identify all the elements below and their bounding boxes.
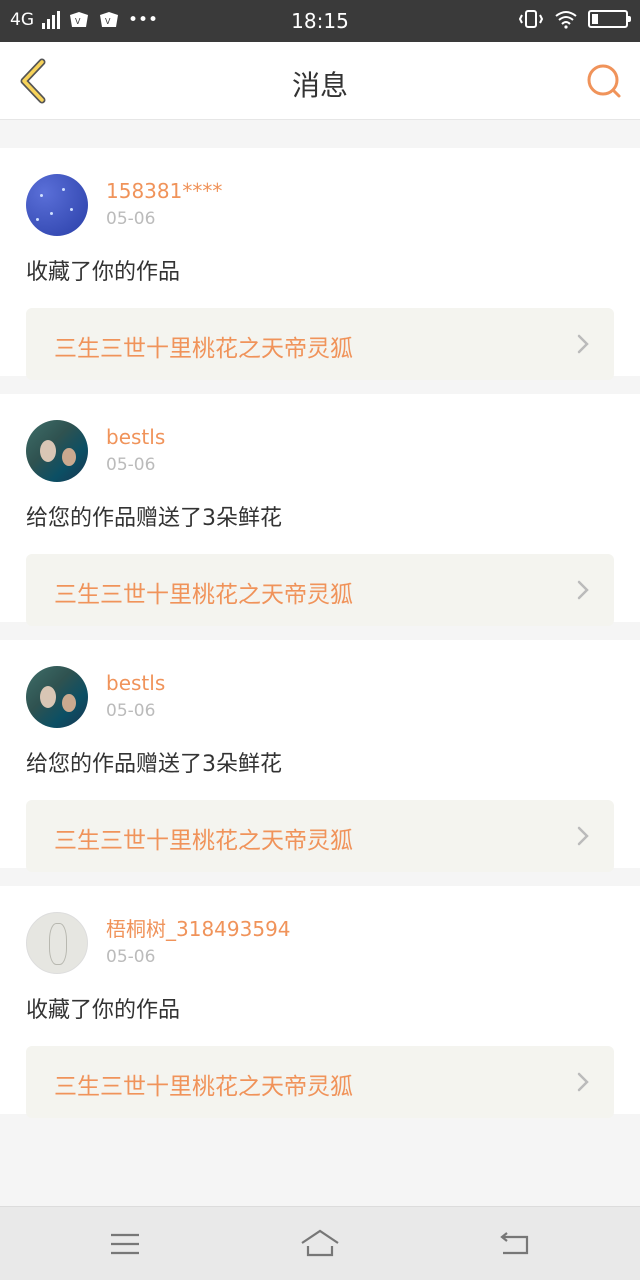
system-nav-bar xyxy=(0,1206,640,1280)
chevron-right-icon xyxy=(577,1072,589,1092)
work-title: 三生三世十里桃花之天帝灵狐 xyxy=(54,336,353,362)
search-button[interactable] xyxy=(584,62,624,102)
work-link[interactable]: 三生三世十里桃花之天帝灵狐 xyxy=(26,1046,614,1118)
avatar[interactable] xyxy=(26,912,88,974)
vibrate-icon xyxy=(518,10,544,28)
message-action: 收藏了你的作品 xyxy=(26,260,181,285)
message-date: 05-06 xyxy=(106,455,156,475)
work-title: 三生三世十里桃花之天帝灵狐 xyxy=(54,828,353,854)
work-link[interactable]: 三生三世十里桃花之天帝灵狐 xyxy=(26,308,614,380)
message-card: bestls 05-06 给您的作品赠送了3朵鲜花 三生三世十里桃花之天帝灵狐 xyxy=(0,640,640,872)
home-icon xyxy=(301,1229,339,1257)
work-title: 三生三世十里桃花之天帝灵狐 xyxy=(54,582,353,608)
message-card: 158381**** 05-06 收藏了你的作品 三生三世十里桃花之天帝灵狐 xyxy=(0,148,640,380)
wifi-icon xyxy=(555,11,577,29)
menu-icon xyxy=(111,1233,139,1255)
user-meta: bestls 05-06 xyxy=(106,666,165,724)
back-icon xyxy=(500,1232,529,1255)
user-meta: 158381**** 05-06 xyxy=(106,174,222,232)
message-user-row: bestls 05-06 xyxy=(26,420,614,482)
work-link[interactable]: 三生三世十里桃花之天帝灵狐 xyxy=(26,554,614,626)
username[interactable]: bestls xyxy=(106,424,165,450)
status-right xyxy=(518,9,631,29)
message-date: 05-06 xyxy=(106,947,156,967)
message-user-row: 梧桐树_318493594 05-06 xyxy=(26,912,614,974)
message-date: 05-06 xyxy=(106,701,156,721)
username[interactable]: 158381**** xyxy=(106,178,222,204)
chevron-right-icon xyxy=(577,334,589,354)
message-action: 给您的作品赠送了3朵鲜花 xyxy=(26,506,282,531)
menu-button[interactable] xyxy=(105,1227,145,1261)
avatar[interactable] xyxy=(26,420,88,482)
message-date: 05-06 xyxy=(106,209,156,229)
work-link[interactable]: 三生三世十里桃花之天帝灵狐 xyxy=(26,800,614,872)
message-action: 收藏了你的作品 xyxy=(26,998,181,1023)
back-nav-button[interactable] xyxy=(495,1227,535,1261)
chevron-right-icon xyxy=(577,580,589,600)
search-icon xyxy=(587,64,621,98)
username[interactable]: bestls xyxy=(106,670,165,696)
user-meta: 梧桐树_318493594 05-06 xyxy=(106,912,291,970)
message-card: 梧桐树_318493594 05-06 收藏了你的作品 三生三世十里桃花之天帝灵… xyxy=(0,886,640,1118)
avatar[interactable] xyxy=(26,174,88,236)
message-action: 给您的作品赠送了3朵鲜花 xyxy=(26,752,282,777)
avatar[interactable] xyxy=(26,666,88,728)
message-list: 158381**** 05-06 收藏了你的作品 三生三世十里桃花之天帝灵狐 b… xyxy=(0,130,640,1118)
home-button[interactable] xyxy=(300,1227,340,1261)
status-bar: 4G V V ••• 18:15 xyxy=(0,0,640,42)
message-user-row: 158381**** 05-06 xyxy=(26,174,614,236)
work-title: 三生三世十里桃花之天帝灵狐 xyxy=(54,1074,353,1100)
battery-icon xyxy=(588,10,631,28)
app-header: 消息 xyxy=(0,42,640,120)
message-user-row: bestls 05-06 xyxy=(26,666,614,728)
page-title: 消息 xyxy=(291,69,348,102)
user-meta: bestls 05-06 xyxy=(106,420,165,478)
chevron-right-icon xyxy=(577,826,589,846)
username[interactable]: 梧桐树_318493594 xyxy=(106,916,291,942)
message-card: bestls 05-06 给您的作品赠送了3朵鲜花 三生三世十里桃花之天帝灵狐 xyxy=(0,394,640,626)
